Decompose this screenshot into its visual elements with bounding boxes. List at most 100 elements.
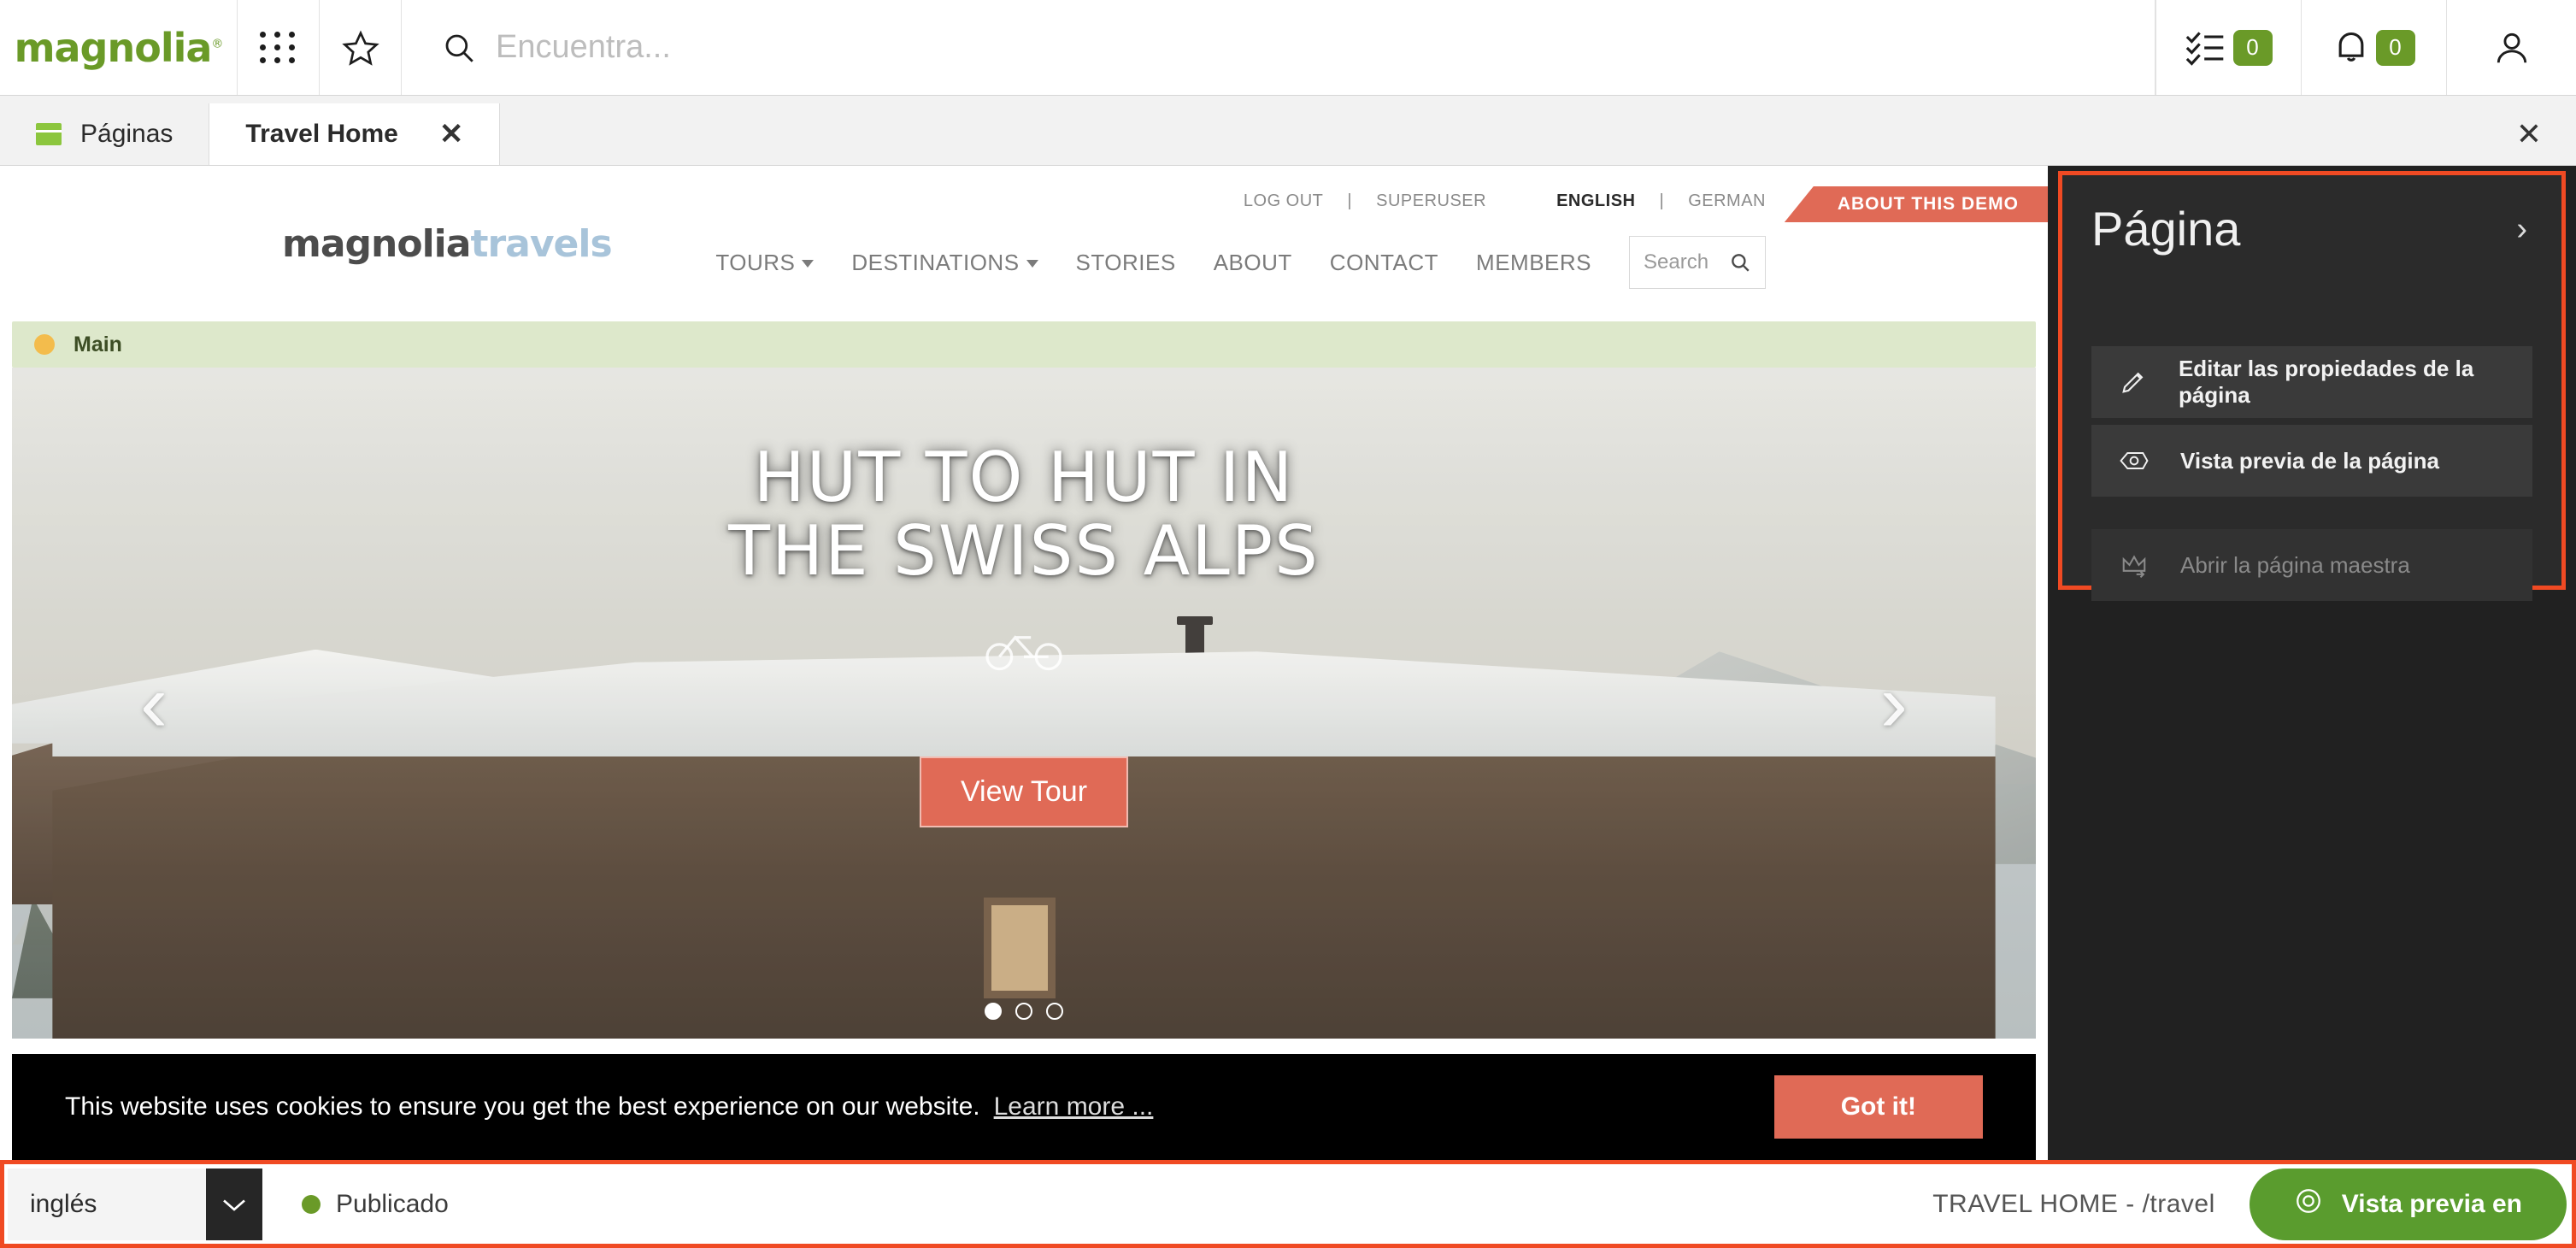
carousel-dot-1[interactable] [985, 1003, 1002, 1020]
tab-paginas-label: Páginas [80, 120, 173, 148]
page-path-label: TRAVEL HOME - /travel [1932, 1189, 2215, 1218]
cookie-learn-more-link[interactable]: Learn more ... [994, 1092, 1154, 1121]
utility-sep-2: | [1659, 191, 1665, 210]
hero-carousel[interactable]: HUT TO HUT IN THE SWISS ALPS ‹ › View To… [12, 368, 2036, 1039]
tasks-count-badge: 0 [2232, 29, 2273, 66]
carousel-dot-2[interactable] [1015, 1003, 1032, 1020]
site-nav: TOURS DESTINATIONS STORIES ABOUT CONTACT… [715, 236, 1766, 289]
crown-arrow-icon [2117, 552, 2151, 578]
preview-in-label: Vista previa en [2341, 1189, 2522, 1218]
utility-sep-1: | [1347, 191, 1353, 210]
chevron-down-icon[interactable] [206, 1168, 262, 1240]
nav-contact[interactable]: CONTACT [1330, 250, 1438, 276]
site-logo-light: travels [470, 221, 612, 266]
publish-status: Publicado [302, 1190, 449, 1219]
user-avatar-icon [2497, 32, 2526, 62]
tab-travel-home[interactable]: Travel Home ✕ [209, 103, 501, 165]
magnolia-logo-text: magnolia® [14, 24, 224, 71]
open-master-page-label: Abrir la página maestra [2180, 551, 2410, 578]
site-search-box[interactable]: Search [1629, 236, 1766, 289]
hero-title-line-1: HUT TO HUT IN [753, 438, 1295, 517]
magnolia-logo[interactable]: magnolia® [0, 0, 238, 95]
page-panel-title: Página [2091, 202, 2241, 256]
lang-german[interactable]: GERMAN [1688, 191, 1766, 211]
page-status-bar: inglés Publicado TRAVEL HOME - /travel V… [0, 1160, 2576, 1248]
bicycle-icon [985, 617, 1062, 686]
app-bar-right-group: 0 0 [2155, 0, 2576, 95]
site-utility-bar: LOG OUT | SUPERUSER ENGLISH | GERMAN [1244, 191, 1766, 211]
pencil-icon [2117, 368, 2150, 397]
language-select[interactable]: inglés [8, 1168, 262, 1240]
page-action-panel: Página › Editar las propiedades de la pá… [2058, 171, 2566, 601]
chevron-down-icon [802, 260, 815, 268]
tab-bar: Páginas Travel Home ✕ ✕ [0, 96, 2576, 166]
publish-status-label: Publicado [336, 1189, 449, 1218]
chevron-right-icon[interactable]: › [2516, 213, 2527, 245]
cookie-message: This website uses cookies to ensure you … [65, 1092, 980, 1121]
lang-english[interactable]: ENGLISH [1556, 191, 1635, 211]
open-master-page-button: Abrir la página maestra [2091, 529, 2532, 601]
nav-members[interactable]: MEMBERS [1476, 250, 1591, 276]
search-icon [445, 34, 473, 62]
cookie-accept-button[interactable]: Got it! [1773, 1075, 1983, 1139]
page-panel-header: Página › [2062, 175, 2561, 256]
cookie-consent-banner: This website uses cookies to ensure you … [12, 1054, 2036, 1160]
registered-mark: ® [211, 37, 223, 51]
nav-tours-label: TOURS [715, 249, 796, 275]
nav-destinations[interactable]: DESTINATIONS [851, 250, 1038, 276]
tab-paginas[interactable]: Páginas [0, 103, 210, 165]
hero-title-line-2: THE SWISS ALPS [728, 511, 1320, 592]
bell-icon [2338, 32, 2363, 62]
user-menu-button[interactable] [2446, 0, 2576, 95]
superuser-link[interactable]: SUPERUSER [1376, 191, 1486, 211]
nav-stories[interactable]: STORIES [1076, 250, 1176, 276]
edit-page-properties-button[interactable]: Editar las propiedades de la página [2091, 346, 2532, 418]
nav-tours[interactable]: TOURS [715, 249, 815, 276]
about-this-demo-ribbon[interactable]: ABOUT THIS DEMO [1784, 186, 2048, 222]
tab-travel-home-label: Travel Home [245, 120, 398, 148]
area-status-dot [34, 334, 55, 355]
carousel-next-arrow[interactable]: › [1880, 662, 1908, 745]
hero-title: HUT TO HUT IN THE SWISS ALPS [12, 438, 2036, 592]
magnolia-logo-label: magnolia [14, 24, 213, 71]
status-badge-dot [302, 1194, 321, 1214]
search-icon [1732, 254, 1750, 272]
star-icon [341, 30, 379, 66]
nav-about[interactable]: ABOUT [1214, 250, 1292, 276]
carousel-dot-3[interactable] [1046, 1003, 1063, 1020]
logout-link[interactable]: LOG OUT [1244, 191, 1324, 211]
preview-page-button[interactable]: Vista previa de la página [2091, 425, 2532, 497]
carousel-prev-arrow[interactable]: ‹ [140, 662, 168, 745]
favorites-button[interactable] [320, 0, 402, 95]
site-logo[interactable]: magnoliatravels [282, 221, 613, 266]
eye-target-icon [2294, 1186, 2323, 1222]
global-search[interactable] [402, 0, 2155, 95]
apps-grid-icon [260, 32, 297, 63]
nav-destinations-label: DESTINATIONS [851, 249, 1020, 275]
pages-icon [36, 123, 62, 145]
preview-in-button[interactable]: Vista previa en [2249, 1168, 2567, 1240]
edit-page-properties-label: Editar las propiedades de la página [2178, 356, 2474, 408]
apps-launcher-button[interactable] [238, 0, 320, 95]
site-logo-dark: magnolia [282, 221, 471, 266]
area-main-label: Main [74, 332, 122, 356]
site-search-placeholder: Search [1644, 250, 1709, 274]
close-app-icon[interactable]: ✕ [2482, 103, 2576, 165]
carousel-indicators [985, 1003, 1063, 1020]
view-tour-button[interactable]: View Tour [919, 756, 1129, 827]
eye-icon [2117, 449, 2151, 473]
site-header: magnoliatravels LOG OUT | SUPERUSER ENGL… [0, 166, 2048, 321]
notifications-button[interactable]: 0 [2301, 0, 2446, 95]
app-top-bar: magnolia® 0 0 [0, 0, 2576, 96]
tab-close-icon[interactable]: ✕ [439, 120, 464, 149]
chevron-down-icon [1026, 260, 1038, 268]
page-action-list: Editar las propiedades de la página Vist… [2091, 346, 2532, 608]
right-action-rail: Página › Editar las propiedades de la pá… [2048, 166, 2576, 1160]
preview-page-label: Vista previa de la página [2180, 447, 2439, 474]
search-input[interactable] [496, 29, 2038, 66]
tasks-checklist-icon [2185, 31, 2223, 66]
notifications-count-badge: 0 [2375, 29, 2415, 66]
tasks-button[interactable]: 0 [2155, 0, 2301, 95]
page-preview-frame: magnoliatravels LOG OUT | SUPERUSER ENGL… [0, 166, 2048, 1160]
area-main-bar[interactable]: Main [12, 321, 2036, 368]
